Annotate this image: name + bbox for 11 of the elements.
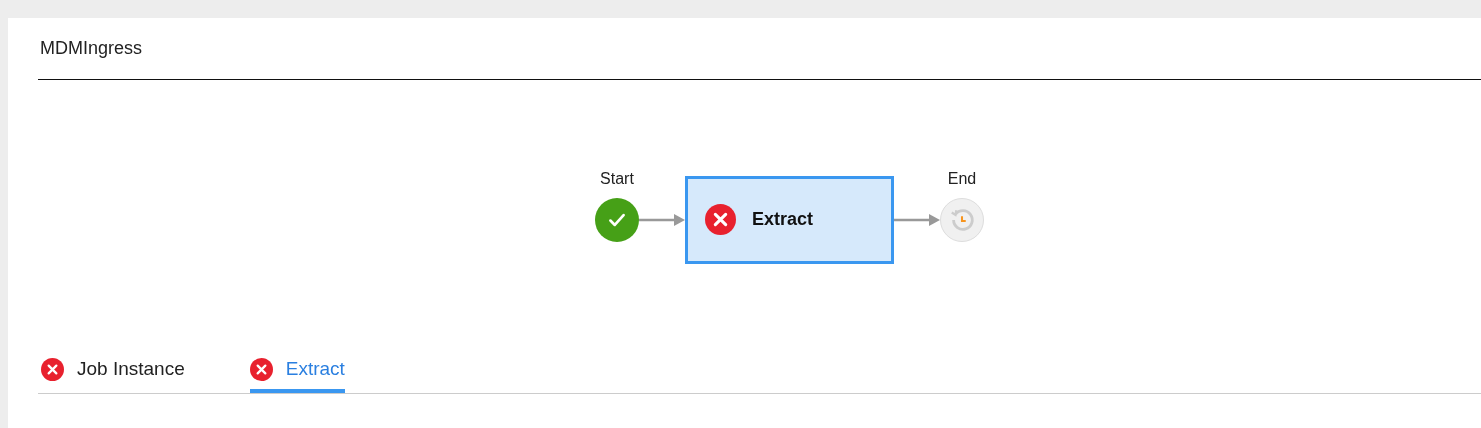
node-label: End (947, 168, 977, 189)
task-node[interactable]: Extract (685, 175, 894, 264)
end-node[interactable] (940, 197, 984, 242)
page-title: MDMIngress (39, 38, 142, 59)
tab[interactable]: Job Instance (41, 349, 185, 393)
arrow (639, 212, 685, 227)
task-label: Extract (752, 209, 814, 230)
node-label: Start (600, 168, 634, 189)
tab[interactable]: Extract (249, 349, 345, 393)
start-node[interactable] (595, 197, 639, 242)
arrow (894, 212, 940, 227)
